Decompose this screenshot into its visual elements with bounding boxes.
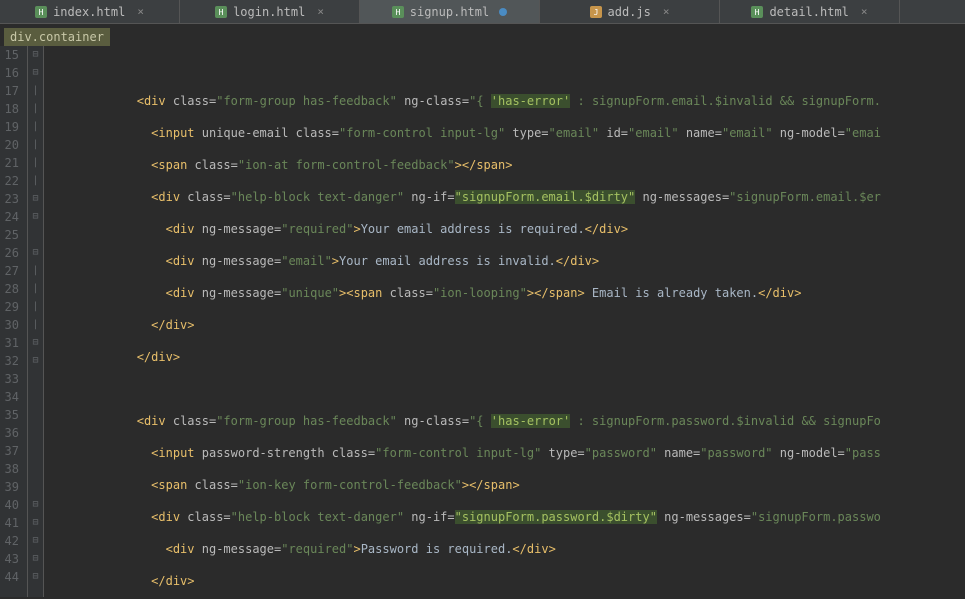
- tab-label: signup.html: [410, 5, 489, 19]
- html-file-icon: H: [392, 6, 404, 18]
- tab-label: add.js: [608, 5, 651, 19]
- fold-gutter[interactable]: ⊟⊟||||||⊟⊟⊟||||⊟⊟⊟⊟⊟⊟⊟: [28, 46, 44, 597]
- tab-label: detail.html: [769, 5, 848, 19]
- svg-text:H: H: [219, 8, 224, 17]
- breadcrumb[interactable]: div.container: [4, 28, 110, 46]
- code-editor[interactable]: 1516171819202122232425262728293031323334…: [0, 46, 965, 597]
- close-icon[interactable]: ×: [861, 5, 868, 18]
- editor-tabs: H index.html × H login.html × H signup.h…: [0, 0, 965, 24]
- tab-detail[interactable]: H detail.html ×: [720, 0, 900, 23]
- line-number-gutter: 1516171819202122232425262728293031323334…: [0, 46, 28, 597]
- svg-text:J: J: [593, 8, 598, 17]
- html-file-icon: H: [215, 6, 227, 18]
- close-icon[interactable]: ×: [317, 5, 324, 18]
- close-icon[interactable]: ×: [137, 5, 144, 18]
- svg-text:H: H: [39, 8, 44, 17]
- js-file-icon: J: [590, 6, 602, 18]
- tab-add-js[interactable]: J add.js ×: [540, 0, 720, 23]
- code-area[interactable]: <div class="form-group has-feedback" ng-…: [44, 46, 965, 597]
- tab-label: index.html: [53, 5, 125, 19]
- html-file-icon: H: [751, 6, 763, 18]
- svg-text:H: H: [755, 8, 760, 17]
- modified-indicator-icon: [499, 8, 507, 16]
- html-file-icon: H: [35, 6, 47, 18]
- tab-index[interactable]: H index.html ×: [0, 0, 180, 23]
- close-icon[interactable]: ×: [663, 5, 670, 18]
- tab-login[interactable]: H login.html ×: [180, 0, 360, 23]
- tab-label: login.html: [233, 5, 305, 19]
- tab-signup[interactable]: H signup.html: [360, 0, 540, 23]
- svg-text:H: H: [395, 8, 400, 17]
